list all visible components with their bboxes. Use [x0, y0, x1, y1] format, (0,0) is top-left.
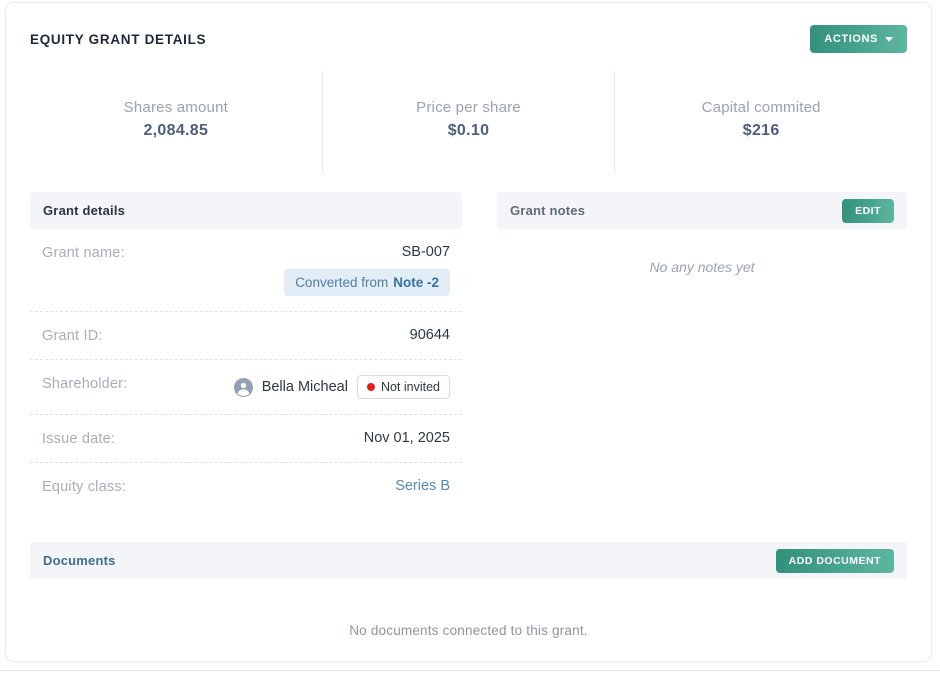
documents-section: Documents ADD DOCUMENT No documents conn… — [30, 542, 907, 638]
issue-date-value: Nov 01, 2025 — [364, 430, 450, 446]
grant-details-header: Grant details — [30, 192, 462, 229]
shareholder-value: Bella Micheal Not invited — [234, 375, 450, 399]
grant-name-value: SB-007 — [402, 244, 450, 260]
shareholder-name: Bella Micheal — [262, 379, 348, 395]
equity-class-label: Equity class: — [42, 478, 126, 495]
note-link[interactable]: Note -2 — [393, 275, 439, 290]
issue-date-label: Issue date: — [42, 430, 115, 447]
stat-capital-commited: Capital commited $216 — [614, 71, 907, 174]
card-header: EQUITY GRANT DETAILS ACTIONS — [30, 21, 907, 53]
main-columns: Grant details Grant name: SB-007 Convert… — [30, 192, 907, 510]
actions-button-label: ACTIONS — [824, 33, 878, 45]
converted-from-badge: Converted from Note -2 — [284, 269, 450, 296]
stat-label: Price per share — [323, 99, 615, 116]
shareholder-label: Shareholder: — [42, 375, 127, 392]
stat-label: Shares amount — [30, 99, 322, 116]
grant-details-panel: Grant details Grant name: SB-007 Convert… — [30, 192, 462, 510]
documents-title: Documents — [43, 553, 116, 568]
equity-class-row: Equity class: Series B — [30, 463, 462, 510]
issue-date-row: Issue date: Nov 01, 2025 — [30, 415, 462, 463]
documents-empty-state: No documents connected to this grant. — [30, 623, 907, 638]
grant-id-row: Grant ID: 90644 — [30, 312, 462, 360]
grant-details-title: Grant details — [43, 203, 125, 218]
grant-notes-title: Grant notes — [510, 203, 585, 218]
page-bottom-divider — [0, 670, 940, 671]
stat-value: $0.10 — [323, 122, 615, 140]
actions-button[interactable]: ACTIONS — [810, 25, 907, 53]
add-document-button[interactable]: ADD DOCUMENT — [776, 549, 894, 573]
stat-shares-amount: Shares amount 2,084.85 — [30, 71, 322, 174]
grant-name-row: Grant name: SB-007 Converted from Note -… — [30, 229, 462, 312]
equity-class-link[interactable]: Series B — [395, 478, 450, 494]
stats-row: Shares amount 2,084.85 Price per share $… — [30, 71, 907, 174]
stat-value: $216 — [615, 122, 907, 140]
grant-name-label: Grant name: — [42, 244, 125, 261]
equity-grant-details-card: EQUITY GRANT DETAILS ACTIONS Shares amou… — [5, 2, 932, 662]
documents-header: Documents ADD DOCUMENT — [30, 542, 907, 579]
status-dot-icon — [367, 383, 375, 391]
grant-id-label: Grant ID: — [42, 327, 103, 344]
status-badge-label: Not invited — [381, 380, 440, 394]
avatar — [234, 378, 253, 397]
stat-value: 2,084.85 — [30, 122, 322, 140]
grant-notes-header: Grant notes EDIT — [497, 192, 907, 229]
grant-id-value: 90644 — [410, 327, 450, 343]
shareholder-row: Shareholder: Bella Micheal Not invited — [30, 360, 462, 415]
converted-from-text: Converted from — [295, 275, 388, 290]
edit-button[interactable]: EDIT — [842, 199, 894, 223]
chevron-down-icon — [885, 37, 893, 42]
stat-price-per-share: Price per share $0.10 — [322, 71, 615, 174]
grant-name-value-col: SB-007 Converted from Note -2 — [284, 244, 450, 296]
stat-label: Capital commited — [615, 99, 907, 116]
page-title: EQUITY GRANT DETAILS — [30, 32, 206, 47]
status-badge: Not invited — [357, 375, 450, 399]
grant-notes-panel: Grant notes EDIT No any notes yet — [497, 192, 907, 510]
notes-empty-state: No any notes yet — [497, 259, 907, 275]
